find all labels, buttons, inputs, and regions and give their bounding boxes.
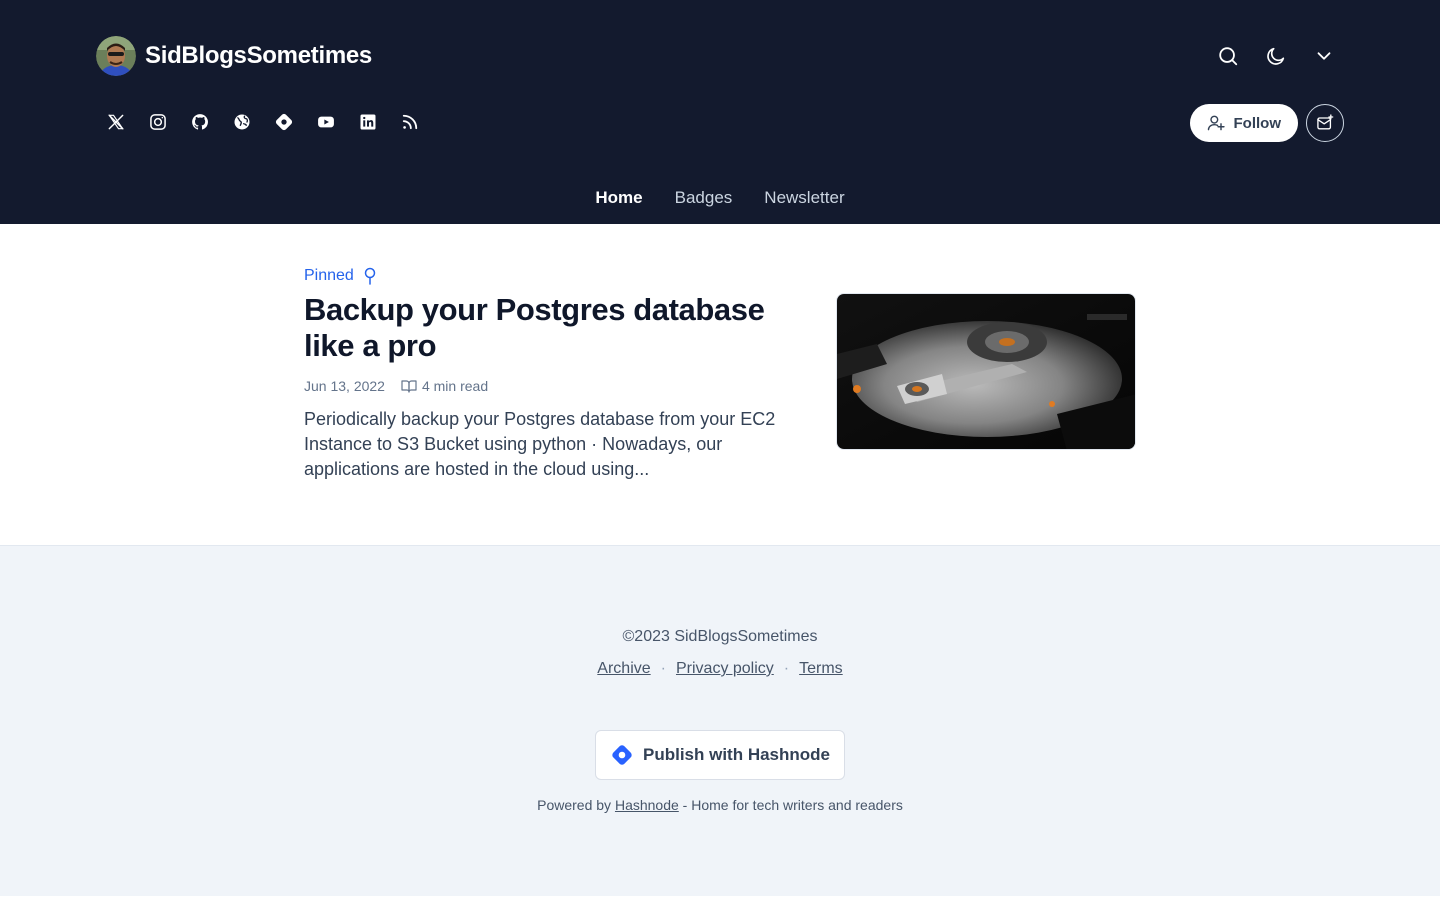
user-plus-icon	[1207, 115, 1225, 131]
author-avatar	[96, 36, 136, 76]
copyright-text: ©2023 SidBlogsSometimes	[622, 628, 818, 645]
pinned-badge: Pinned	[304, 264, 378, 288]
youtube-link[interactable]	[306, 102, 346, 142]
rss-link[interactable]	[390, 102, 430, 142]
post-title[interactable]: Backup your Postgres database like a pro	[304, 292, 804, 364]
footer-separator: ·	[660, 660, 666, 677]
theme-toggle-button[interactable]	[1256, 36, 1296, 76]
github-link[interactable]	[180, 102, 220, 142]
follow-button[interactable]: Follow	[1189, 104, 1298, 142]
hard-drive-photo	[837, 294, 1135, 449]
main-nav: Home Badges Newsletter	[0, 180, 1440, 216]
powered-by: Powered by Hashnode - Home for tech writ…	[0, 797, 1440, 813]
privacy-policy-link[interactable]: Privacy policy	[676, 660, 774, 678]
hashnode-icon	[275, 113, 293, 131]
archive-link[interactable]: Archive	[597, 660, 650, 678]
hashnode-logo-icon	[612, 745, 632, 765]
chevron-down-icon	[1317, 52, 1331, 60]
post-cover-image[interactable]	[836, 293, 1136, 450]
x-link[interactable]	[96, 102, 136, 142]
blog-header: SidBlogsSometimes Follow Home Badges New…	[0, 0, 1440, 224]
more-menu-button[interactable]	[1304, 36, 1344, 76]
hashnode-link[interactable]	[264, 102, 304, 142]
github-icon	[192, 114, 208, 130]
linkedin-link[interactable]	[348, 102, 388, 142]
website-icon	[234, 114, 250, 130]
post-meta: Jun 13, 2022 4 min read	[304, 376, 488, 396]
newsletter-subscribe-button[interactable]	[1306, 104, 1344, 142]
pin-icon	[364, 267, 376, 285]
hashnode-link[interactable]: Hashnode	[615, 797, 679, 813]
newsletter-icon	[1317, 114, 1334, 130]
footer-separator: ·	[783, 660, 790, 677]
youtube-icon	[318, 116, 334, 128]
rss-icon	[402, 114, 418, 130]
x-icon	[108, 114, 124, 130]
search-button[interactable]	[1208, 36, 1248, 76]
powered-suffix: - Home for tech writers and readers	[682, 797, 903, 813]
linkedin-icon	[360, 114, 376, 130]
website-link[interactable]	[222, 102, 262, 142]
book-open-icon	[401, 380, 417, 393]
post-excerpt: Periodically backup your Postgres databa…	[304, 409, 776, 479]
post-date: Jun 13, 2022	[304, 378, 385, 394]
read-time: 4 min read	[401, 378, 488, 394]
blog-brand[interactable]: SidBlogsSometimes	[96, 36, 372, 76]
blog-footer: ©2023 SidBlogsSometimes Archive · Privac…	[0, 545, 1440, 896]
publish-with-hashnode-button[interactable]: Publish with Hashnode	[595, 730, 845, 780]
read-time-label: 4 min read	[421, 378, 489, 394]
search-icon	[1219, 47, 1238, 66]
instagram-icon	[150, 114, 166, 130]
publish-label: Publish with Hashnode	[642, 745, 830, 764]
follow-label: Follow	[1233, 114, 1282, 132]
blog-name: SidBlogsSometimes	[145, 42, 372, 69]
pinned-label: Pinned	[304, 267, 354, 284]
nav-home[interactable]: Home	[595, 180, 642, 216]
footer-links: Archive · Privacy policy · Terms	[0, 660, 1440, 678]
social-links	[96, 102, 430, 142]
powered-prefix: Powered by	[537, 797, 612, 813]
header-actions	[1208, 36, 1344, 76]
terms-link[interactable]: Terms	[799, 660, 843, 678]
nav-badges[interactable]: Badges	[675, 180, 733, 216]
follow-actions: Follow	[1189, 104, 1344, 142]
pinned-post-card: Pinned Backup your Postgres database lik…	[304, 264, 1136, 504]
nav-newsletter[interactable]: Newsletter	[764, 180, 844, 216]
moon-icon	[1267, 47, 1285, 65]
instagram-link[interactable]	[138, 102, 178, 142]
